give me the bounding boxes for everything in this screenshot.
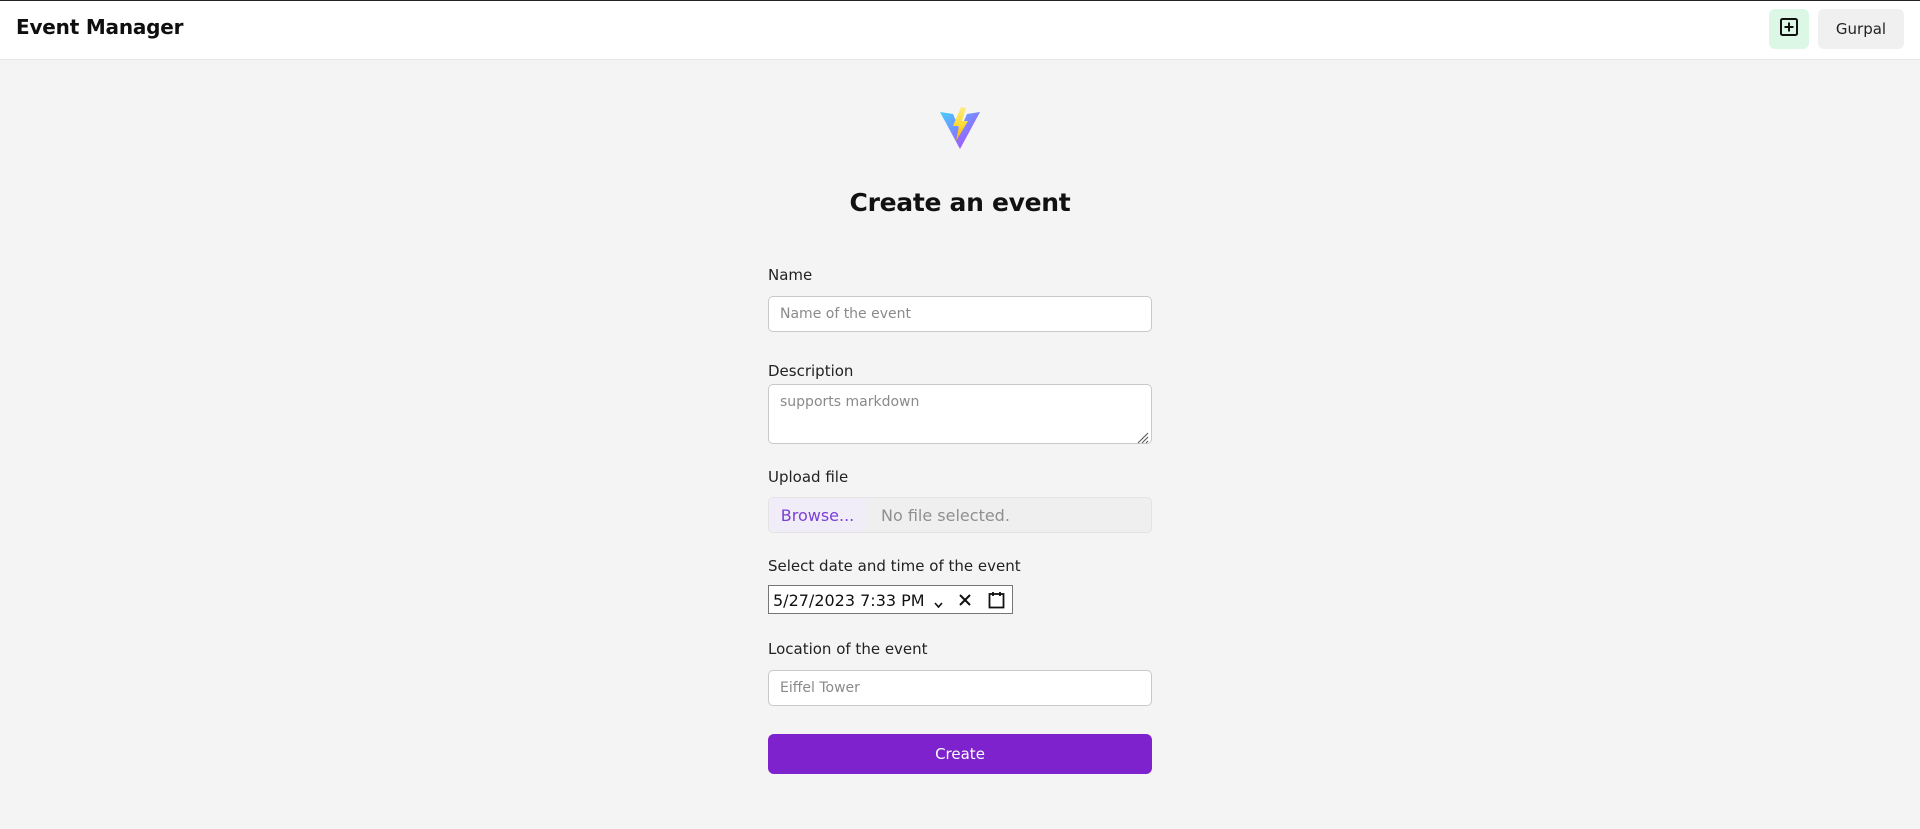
file-upload-input[interactable]: Browse... No file selected. [768, 497, 1152, 533]
user-menu-button[interactable]: Gurpal [1818, 9, 1904, 49]
datetime-label: Select date and time of the event [768, 557, 1021, 575]
close-icon[interactable] [957, 592, 973, 608]
file-status-text: No file selected. [881, 506, 1010, 525]
resize-grip-icon[interactable] [1136, 429, 1149, 444]
location-label: Location of the event [768, 640, 928, 658]
top-navbar: Event Manager Gurpal [0, 0, 1920, 60]
browse-button[interactable]: Browse... [769, 498, 866, 532]
vite-logo-icon [939, 106, 981, 150]
app-title[interactable]: Event Manager [16, 15, 184, 39]
chevron-down-icon[interactable] [933, 595, 944, 609]
datetime-input[interactable]: 5/27/2023 7:33 PM [768, 585, 1013, 614]
new-event-button[interactable] [1769, 9, 1809, 49]
description-label: Description [768, 362, 854, 380]
upload-label: Upload file [768, 468, 849, 486]
name-label: Name [768, 266, 813, 284]
location-input[interactable] [768, 670, 1152, 706]
create-button[interactable]: Create [768, 734, 1152, 774]
page-title: Create an event [849, 188, 1071, 217]
name-input[interactable] [768, 296, 1152, 332]
plus-square-icon [1779, 17, 1799, 41]
description-textarea[interactable] [768, 384, 1152, 444]
datetime-value[interactable]: 5/27/2023 7:33 PM [773, 591, 925, 610]
calendar-icon[interactable] [988, 591, 1005, 609]
